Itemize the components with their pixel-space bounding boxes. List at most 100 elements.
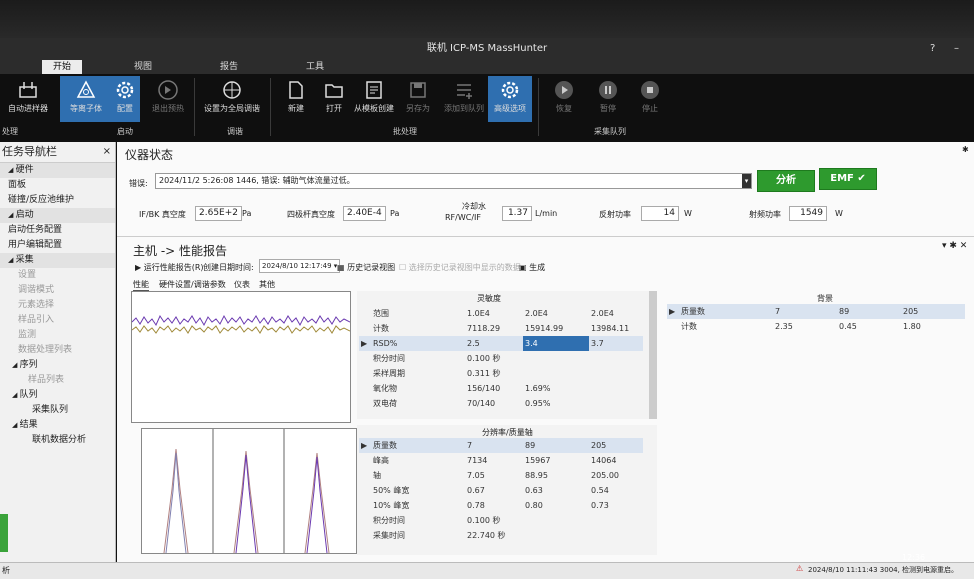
autosampler-button[interactable]: 自动进样器 (2, 76, 54, 122)
table-row[interactable]: ▶ 质量数 7 89 205 (667, 304, 965, 319)
vacuum-label: IF/BK 真空度 (139, 210, 186, 219)
expand-arrow-icon[interactable]: ◢ (8, 211, 16, 219)
window-title: 联机 ICP-MS MassHunter (426, 43, 548, 54)
expand-arrow-icon[interactable]: ◢ (12, 361, 20, 369)
sensitivity-scrollbar[interactable] (649, 291, 657, 419)
table-row[interactable]: ▶ 质量数 7 89 205 (359, 438, 643, 453)
table-row[interactable]: 氧化物 156/140 1.69% (359, 381, 643, 396)
history-view-button[interactable]: ▦ 历史记录视图 (337, 262, 395, 273)
globe-icon (223, 81, 241, 99)
row-marker: ▶ (359, 438, 371, 453)
play-icon (555, 81, 573, 99)
quad-vacuum-value: 2.40E-4 (343, 206, 386, 221)
save-as-button[interactable]: 另存为 (396, 76, 440, 122)
table-cell: 7.05 (467, 471, 485, 480)
nav-item[interactable]: 面板 (0, 178, 115, 193)
nav-item[interactable]: 碰撞/反应池维护 (0, 193, 115, 208)
expand-arrow-icon[interactable]: ◢ (8, 166, 16, 174)
subtab-hardware[interactable]: 硬件设置/调谐参数 (159, 279, 226, 290)
table-row[interactable]: 计数 7118.29 15914.99 13984.11 (359, 321, 643, 336)
report-window-controls[interactable]: ▾ ✱ ✕ (942, 241, 967, 251)
nav-item[interactable]: 采集队列 (0, 403, 115, 418)
nav-item[interactable]: 调谐模式 (0, 283, 115, 298)
exit-warmup-button[interactable]: 退出预热 (142, 76, 194, 122)
tab-view[interactable]: 视图 (108, 60, 178, 74)
created-date-select[interactable]: 2024/8/10 12:17:49 ▾ (259, 259, 341, 273)
table-row[interactable]: 采集时间 22.740 秒 (359, 528, 643, 543)
pin-icon[interactable]: ✱ (962, 145, 969, 154)
nav-item[interactable]: 数据处理列表 (0, 343, 115, 358)
ribbon-separator (270, 78, 271, 136)
table-row[interactable]: 10% 峰宽 0.78 0.80 0.73 (359, 498, 643, 513)
navigator-list: ◢ 硬件 面板 碰撞/反应池维护 ◢ 启动 启动任务配置 用户编辑配置 ◢ 采集 设置 调谐模式… (0, 163, 115, 448)
nav-item[interactable]: ◢ 硬件 (0, 163, 115, 178)
stop-button[interactable]: 停止 (628, 76, 672, 122)
config-button[interactable]: 配置 (110, 76, 140, 122)
table-row[interactable]: 双电荷 70/140 0.95% (359, 396, 643, 411)
nav-item[interactable]: 样品列表 (0, 373, 115, 388)
expand-arrow-icon[interactable]: ◢ (12, 391, 20, 399)
nav-item[interactable]: 联机数据分析 (0, 433, 115, 448)
table-row[interactable]: 范围 1.0E4 2.0E4 2.0E4 (359, 306, 643, 321)
tab-report[interactable]: 报告 (194, 60, 264, 74)
peak-plots (141, 428, 357, 554)
create-from-template-button[interactable]: 从模板创建 (350, 76, 398, 122)
group-label-startup: 启动 (117, 127, 133, 136)
divider (117, 236, 974, 237)
nav-item[interactable]: ◢ 序列 (0, 358, 115, 373)
advanced-options-button[interactable]: 高级选项 (488, 76, 532, 122)
table-row[interactable]: 峰高 7134 15967 14064 (359, 453, 643, 468)
table-cell: 双电荷 (373, 399, 397, 408)
run-report-button[interactable]: ▶ 运行性能报告(R) (135, 262, 204, 273)
sensitivity-table: 范围 1.0E4 2.0E4 2.0E4 计数 7118.29 15914.99 13984.… (359, 306, 643, 411)
chevron-down-icon[interactable]: ▾ (742, 174, 751, 188)
nav-item-label: 启动 (15, 210, 34, 220)
expand-arrow-icon[interactable]: ◢ (8, 256, 16, 264)
generate-button[interactable]: ▣ 生成 (519, 262, 545, 273)
table-cell (589, 381, 643, 396)
plasma-button[interactable]: 等离子体 (60, 76, 112, 122)
table-cell: 2.5 (465, 336, 523, 351)
table-row[interactable]: 采样周期 0.311 秒 (359, 366, 643, 381)
nav-item[interactable]: 设置 (0, 268, 115, 283)
expand-arrow-icon[interactable]: ◢ (12, 421, 20, 429)
pause-button[interactable]: 暂停 (586, 76, 630, 122)
table-row[interactable]: ▶ RSD% 2.5 3.4 3.7 (359, 336, 643, 351)
nav-item[interactable]: ◢ 队列 (0, 388, 115, 403)
nav-item[interactable]: 启动任务配置 (0, 223, 115, 238)
error-field[interactable]: 2024/11/2 5:26:08 1446, 错误: 辅助气体流量过低。 ▾ (155, 173, 752, 189)
side-status-strip (0, 514, 8, 552)
nav-item[interactable]: 监测 (0, 328, 115, 343)
nav-item-label: 数据处理列表 (18, 345, 73, 355)
help-button[interactable]: ? (930, 38, 935, 60)
add-to-queue-button[interactable]: 添加到队列 (440, 76, 488, 122)
nav-item[interactable]: 元素选择 (0, 298, 115, 313)
set-global-tune-button[interactable]: 设置为全局调谐 (200, 76, 264, 122)
background-table: ▶ 质量数 7 89 205 计数 2.35 0.45 1.80 (667, 304, 965, 334)
table-row[interactable]: 积分时间 0.100 秒 (359, 351, 643, 366)
table-cell: 0.63 (525, 486, 543, 495)
row-marker (359, 381, 371, 396)
tab-tools[interactable]: 工具 (280, 60, 350, 74)
resume-button[interactable]: 恢复 (542, 76, 586, 122)
subtab-instrument[interactable]: 仪表 (234, 279, 250, 290)
stop-icon (641, 81, 659, 99)
analyze-button[interactable]: 分析 (757, 170, 815, 192)
table-row[interactable]: 积分时间 0.100 秒 (359, 513, 643, 528)
table-row[interactable]: 计数 2.35 0.45 1.80 (667, 319, 965, 334)
nav-item[interactable]: ◢ 启动 (0, 208, 115, 223)
select-history-data-button[interactable]: ☐ 选择历史记录视图中显示的数据 (399, 262, 521, 273)
nav-item[interactable]: 样品引入 (0, 313, 115, 328)
nav-item[interactable]: ◢ 采集 (0, 253, 115, 268)
subtab-other[interactable]: 其他 (259, 279, 275, 290)
subtab-performance[interactable]: 性能 (133, 279, 149, 291)
emf-button[interactable]: EMF ✔ (819, 168, 877, 190)
nav-item[interactable]: 用户编辑配置 (0, 238, 115, 253)
tab-start[interactable]: 开始 (42, 60, 82, 74)
minimize-button[interactable]: – (954, 38, 959, 60)
signal-trace-svg (131, 314, 351, 334)
close-icon[interactable]: × (103, 142, 111, 162)
table-row[interactable]: 50% 峰宽 0.67 0.63 0.54 (359, 483, 643, 498)
table-row[interactable]: 轴 7.05 88.95 205.00 (359, 468, 643, 483)
nav-item[interactable]: ◢ 结果 (0, 418, 115, 433)
